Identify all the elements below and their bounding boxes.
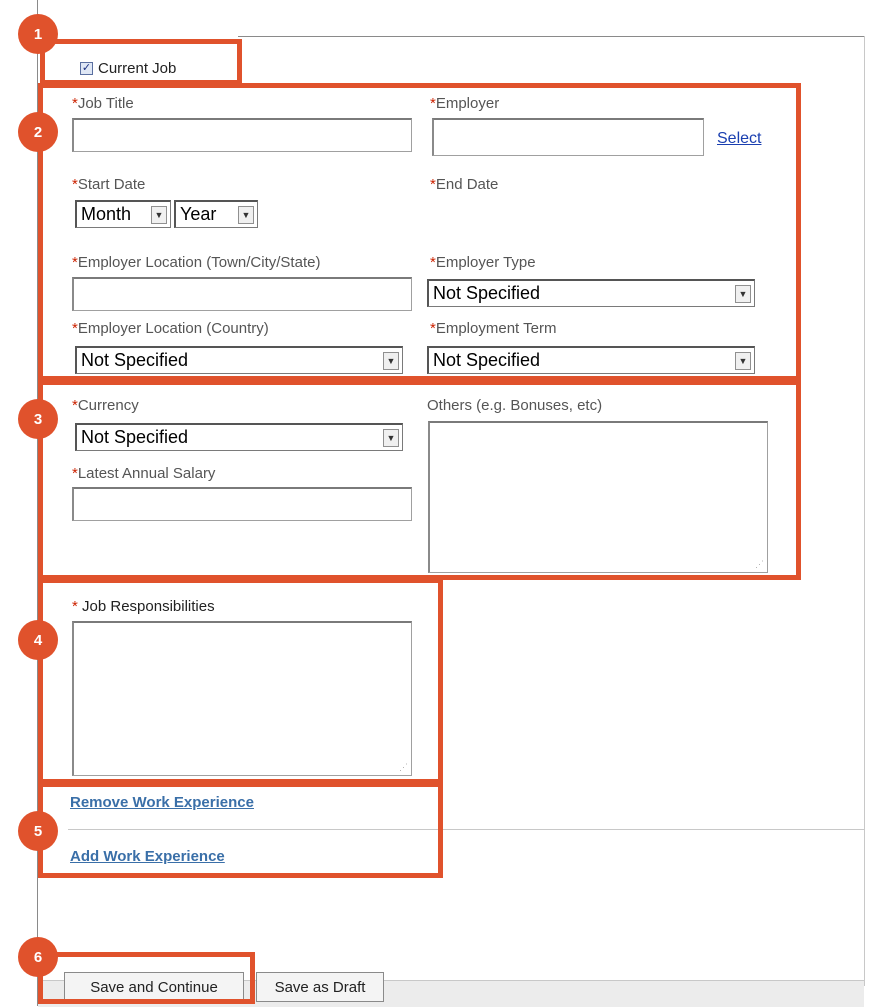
- callout-box-3: [38, 380, 801, 580]
- callout-badge-3: 3: [18, 399, 58, 439]
- callout-badge-4: 4: [18, 620, 58, 660]
- callout-badge-1: 1: [18, 14, 58, 54]
- callout-box-5: [38, 782, 443, 878]
- callout-box-4: [38, 578, 443, 784]
- callout-box-1: [40, 39, 242, 85]
- callout-badge-6: 6: [18, 937, 58, 977]
- save-as-draft-button[interactable]: Save as Draft: [256, 972, 384, 1002]
- callout-box-2: [38, 83, 801, 381]
- callout-badge-5: 5: [18, 811, 58, 851]
- callout-badge-2: 2: [18, 112, 58, 152]
- frame-right-border: [864, 36, 865, 986]
- frame-top-border: [238, 36, 865, 37]
- callout-box-6: [38, 952, 255, 1004]
